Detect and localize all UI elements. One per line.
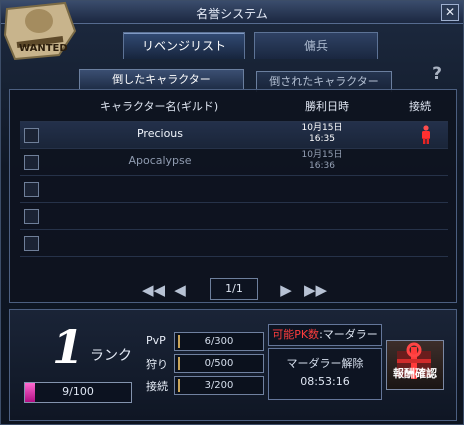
row-checkbox[interactable] <box>24 182 39 197</box>
online-person-icon <box>422 125 430 144</box>
stat-tick <box>178 335 180 348</box>
last-page-button[interactable]: ▶▶ <box>304 280 327 300</box>
stat-label-connection: 接続 <box>146 380 168 393</box>
stat-value-text: 6/300 <box>204 336 234 347</box>
stat-tick <box>178 379 180 392</box>
wanted-badge-icon: WANTED <box>3 1 77 61</box>
character-name: Apocalypse <box>128 154 192 167</box>
prev-page-button[interactable]: ◀ <box>170 280 190 300</box>
revenge-list-panel: キャラクター名(ギルド) 勝利日時 接続 Precious 10月15日 16:… <box>9 89 457 303</box>
stat-value-pvp: 6/300 <box>174 332 264 351</box>
stat-value-hunt: 0/500 <box>174 354 264 373</box>
tab-defeated-characters[interactable]: 倒したキャラクター <box>79 69 244 90</box>
victory-datetime: 10月15日 16:36 <box>292 150 352 172</box>
row-checkbox[interactable] <box>24 128 39 143</box>
first-page-button[interactable]: ◀◀ <box>142 280 165 300</box>
stat-label-pvp: PvP <box>146 334 166 347</box>
help-icon[interactable]: ? <box>428 64 446 84</box>
svg-text:WANTED: WANTED <box>19 43 68 54</box>
rank-number: 1 <box>52 320 85 374</box>
tab-mercenary[interactable]: 傭兵 <box>254 32 378 59</box>
victory-date: 10月15日 <box>301 123 343 133</box>
rank-info-panel: 1 ランク 9/100 PvP 6/300 狩り 0/500 接続 3/200 … <box>9 309 457 421</box>
victory-date: 10月15日 <box>301 150 343 160</box>
table-row[interactable] <box>20 229 448 257</box>
rank-label: ランク <box>90 348 132 364</box>
table-row[interactable] <box>20 175 448 202</box>
murderer-release-box: マーダラー解除 08:53:16 <box>268 348 382 400</box>
rank-progress-bar: 9/100 <box>24 382 132 403</box>
row-checkbox[interactable] <box>24 155 39 170</box>
table-row[interactable]: Apocalypse 10月15日 16:36 <box>20 148 448 175</box>
tab-revenge-list[interactable]: リベンジリスト <box>123 32 245 59</box>
table-row[interactable] <box>20 202 448 229</box>
rank-progress-text: 9/100 <box>62 385 94 398</box>
pagination: ◀◀ ◀ 1/1 ▶ ▶▶ <box>10 278 456 300</box>
victory-time: 16:35 <box>309 134 335 144</box>
honor-system-window: 名誉システム ✕ WANTED リベンジリスト 傭兵 倒したキャラクター 倒され… <box>0 0 464 425</box>
next-page-button[interactable]: ▶ <box>276 280 296 300</box>
victory-time: 16:36 <box>309 161 335 171</box>
pk-count-label: 可能PK数 <box>272 328 320 341</box>
column-header-date: 勝利日時 <box>305 100 349 113</box>
close-button[interactable]: ✕ <box>441 4 459 21</box>
stat-tick <box>178 357 180 370</box>
pk-count-value: :マーダラー <box>319 328 378 341</box>
table-row[interactable]: Precious 10月15日 16:35 <box>20 121 448 148</box>
reward-check-label: 報酬確認 <box>393 367 437 380</box>
column-header-connection: 接続 <box>409 100 431 113</box>
stat-value-connection: 3/200 <box>174 376 264 395</box>
stat-value-text: 0/500 <box>204 358 234 369</box>
victory-datetime: 10月15日 16:35 <box>292 123 352 145</box>
list-header: キャラクター名(ギルド) 勝利日時 接続 <box>10 90 456 120</box>
page-indicator: 1/1 <box>210 278 258 300</box>
character-name: Precious <box>136 127 184 140</box>
murderer-release-timer: 08:53:16 <box>300 375 350 388</box>
row-checkbox[interactable] <box>24 236 39 251</box>
pk-count-box: 可能PK数:マーダラー <box>268 324 382 346</box>
stat-label-hunt: 狩り <box>146 358 168 371</box>
column-header-name: キャラクター名(ギルド) <box>100 100 219 113</box>
row-checkbox[interactable] <box>24 209 39 224</box>
stat-value-text: 3/200 <box>204 380 234 391</box>
murderer-release-label: マーダラー解除 <box>286 357 364 370</box>
